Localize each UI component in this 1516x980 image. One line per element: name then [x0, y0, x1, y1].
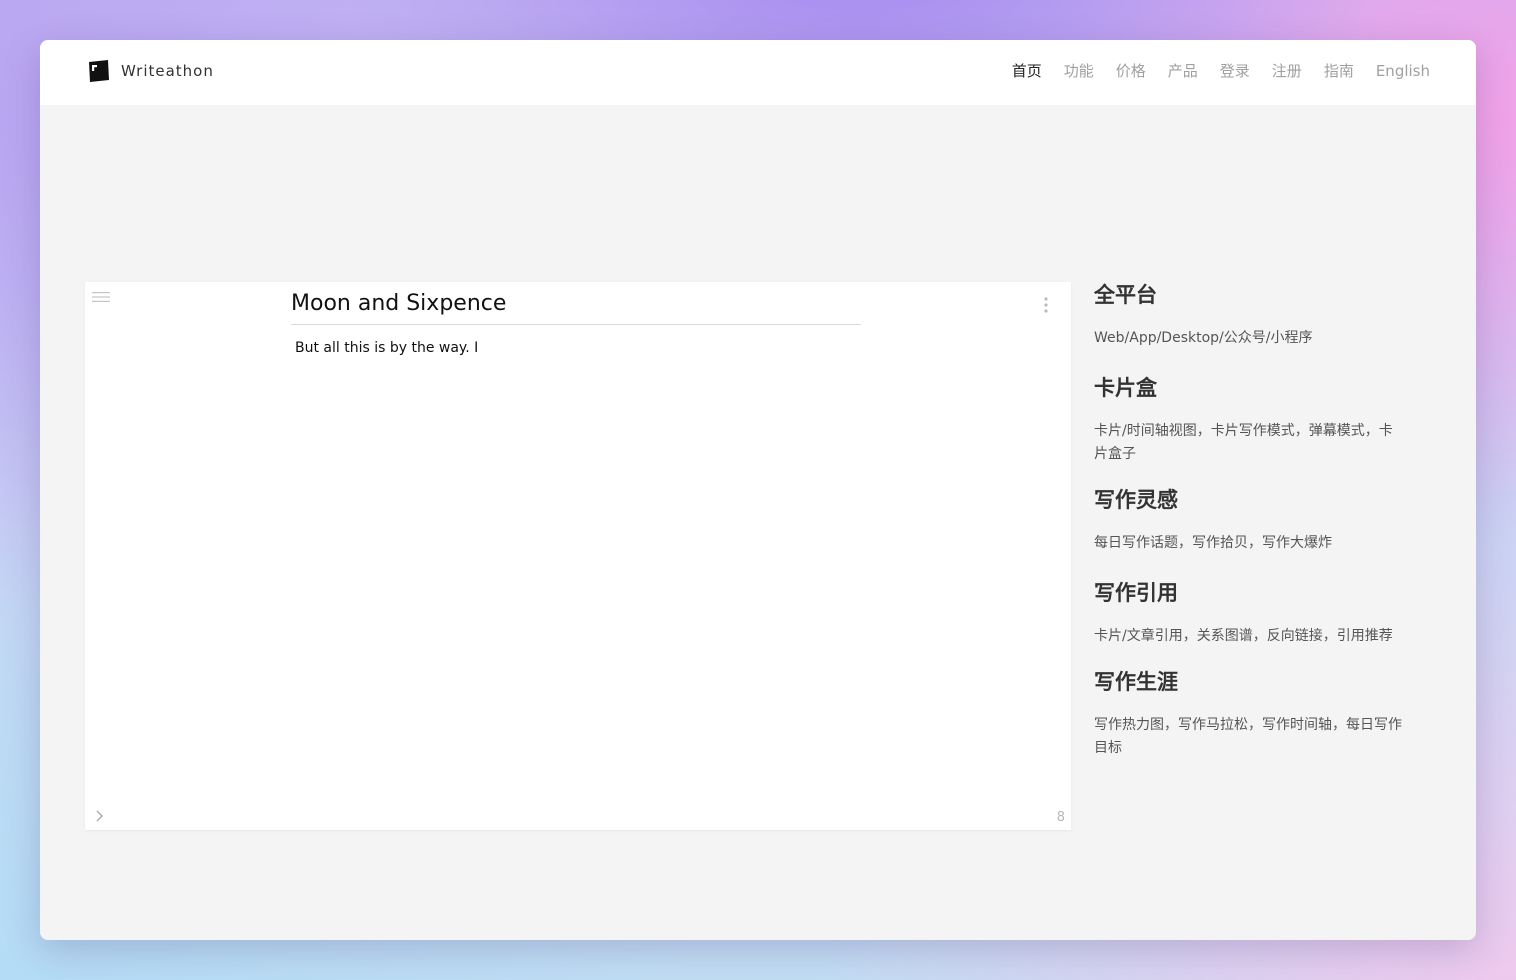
editor-preview: Moon and Sixpence But all this is by the…	[85, 282, 1071, 830]
feature-title: 写作灵感	[1094, 488, 1178, 512]
word-count: 8	[1056, 810, 1065, 825]
feature-title: 卡片盒	[1094, 376, 1157, 400]
feature-description: 写作热力图，写作马拉松，写作时间轴，每日写作目标	[1094, 717, 1402, 756]
nav-item-guide[interactable]: 指南	[1324, 59, 1354, 83]
feature-description: 卡片/文章引用，关系图谱，反向链接，引用推荐	[1094, 628, 1393, 644]
feature-item: 写作生涯 写作热力图，写作马拉松，写作时间轴，每日写作目标	[1094, 667, 1414, 760]
nav-menu: 首页 功能 价格 产品 登录 注册 指南 English	[1012, 59, 1430, 83]
feature-item: 写作灵感 每日写作话题，写作拾贝，写作大爆炸	[1094, 485, 1414, 555]
feature-item: 写作引用 卡片/文章引用，关系图谱，反向链接，引用推荐	[1094, 578, 1414, 648]
chevron-right-icon[interactable]	[94, 809, 106, 823]
feature-item: 全平台 Web/App/Desktop/公众号/小程序	[1094, 280, 1414, 350]
app-window: Writeathon 首页 功能 价格 产品 登录 注册 指南 English …	[40, 40, 1476, 940]
feature-title: 写作引用	[1094, 581, 1178, 605]
nav-item-home[interactable]: 首页	[1012, 59, 1042, 83]
document-body[interactable]: But all this is by the way. I	[295, 338, 478, 358]
feature-title: 写作生涯	[1094, 670, 1178, 694]
vertical-dots-icon[interactable]	[1040, 296, 1052, 314]
brand-name[interactable]: Writeathon	[121, 60, 214, 82]
feature-description: 卡片/时间轴视图，卡片写作模式，弹幕模式，卡片盒子	[1094, 423, 1393, 462]
feature-description: Web/App/Desktop/公众号/小程序	[1094, 330, 1313, 346]
nav-item-pricing[interactable]: 价格	[1116, 59, 1146, 83]
top-navbar: Writeathon 首页 功能 价格 产品 登录 注册 指南 English	[40, 40, 1476, 105]
feature-list: 全平台 Web/App/Desktop/公众号/小程序 卡片盒 卡片/时间轴视图…	[1094, 280, 1414, 783]
feature-description: 每日写作话题，写作拾贝，写作大爆炸	[1094, 535, 1332, 551]
nav-item-features[interactable]: 功能	[1064, 59, 1094, 83]
nav-item-english[interactable]: English	[1376, 59, 1430, 83]
nav-item-register[interactable]: 注册	[1272, 59, 1302, 83]
feature-title: 全平台	[1094, 283, 1157, 307]
writeathon-logo-icon[interactable]	[86, 59, 110, 83]
hamburger-menu-icon[interactable]	[92, 291, 110, 303]
document-title[interactable]: Moon and Sixpence	[291, 290, 861, 325]
nav-item-products[interactable]: 产品	[1168, 59, 1198, 83]
feature-item: 卡片盒 卡片/时间轴视图，卡片写作模式，弹幕模式，卡片盒子	[1094, 373, 1414, 466]
nav-item-login[interactable]: 登录	[1220, 59, 1250, 83]
